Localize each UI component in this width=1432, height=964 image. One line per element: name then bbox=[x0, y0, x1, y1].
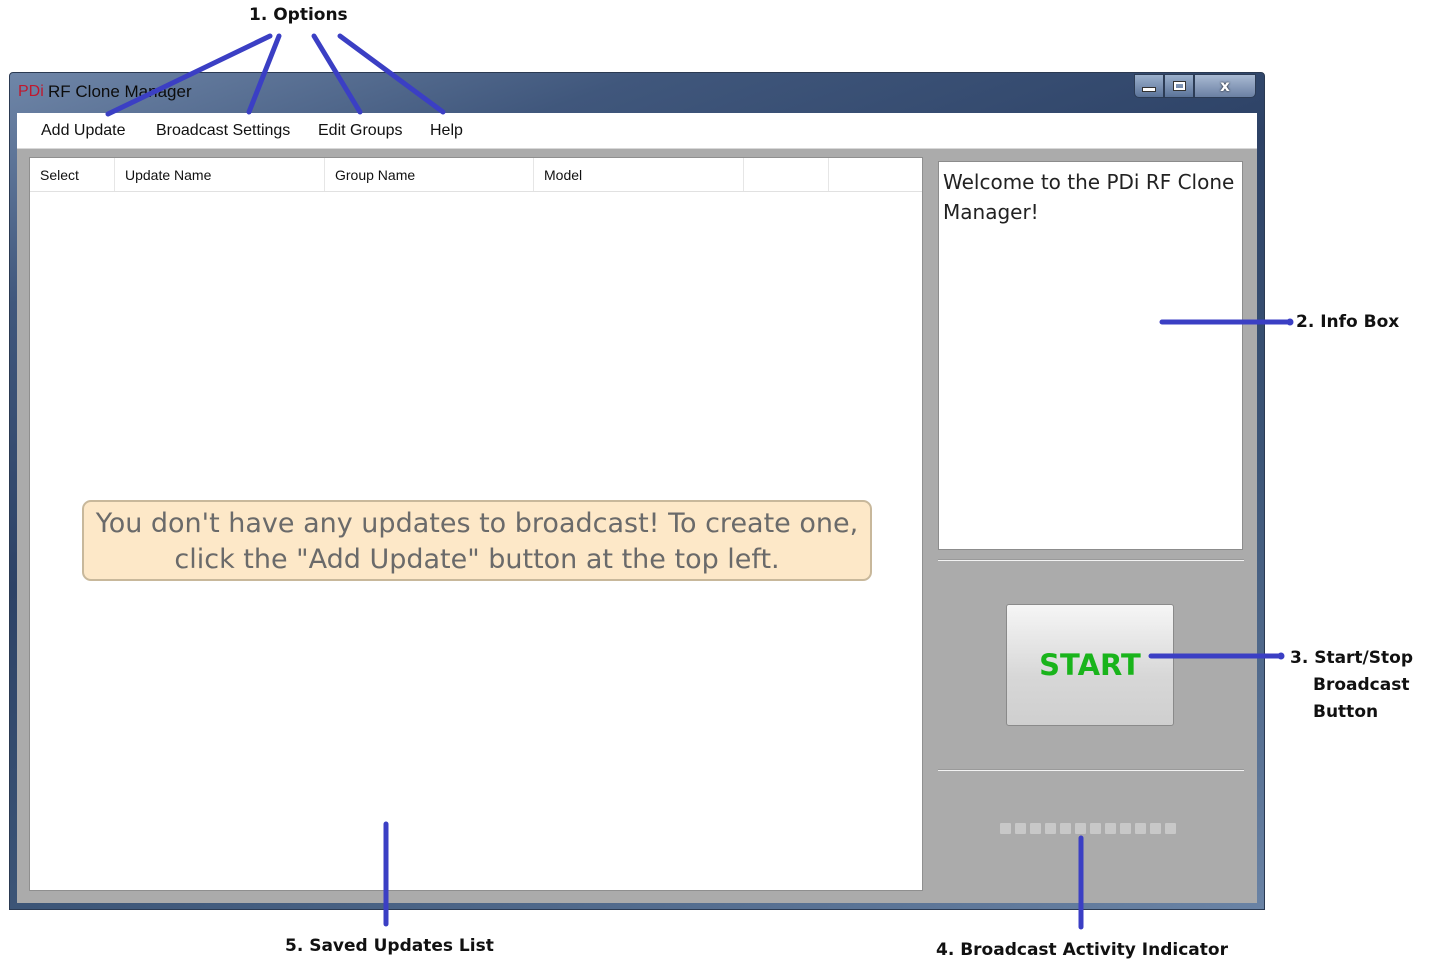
activity-led bbox=[1060, 823, 1071, 834]
annotation-options: 1. Options bbox=[249, 5, 348, 25]
separator-bottom bbox=[938, 769, 1244, 771]
empty-list-message: You don't have any updates to broadcast!… bbox=[82, 500, 872, 581]
activity-led bbox=[1030, 823, 1041, 834]
broadcast-activity-indicator bbox=[1000, 823, 1176, 834]
maximize-icon bbox=[1172, 81, 1186, 91]
separator-top bbox=[938, 559, 1244, 561]
menu-help[interactable]: Help bbox=[426, 120, 467, 142]
list-header: Select Update Name Group Name Model bbox=[30, 158, 922, 192]
column-select[interactable]: Select bbox=[30, 158, 115, 191]
maximize-button[interactable] bbox=[1164, 74, 1194, 98]
saved-updates-list[interactable]: Select Update Name Group Name Model You … bbox=[29, 157, 923, 891]
close-button[interactable]: x bbox=[1194, 74, 1256, 98]
activity-led bbox=[1105, 823, 1116, 834]
app-logo: PDi bbox=[18, 83, 44, 100]
activity-led bbox=[1075, 823, 1086, 834]
menu-add-update[interactable]: Add Update bbox=[37, 120, 130, 142]
activity-led bbox=[1135, 823, 1146, 834]
activity-led bbox=[1120, 823, 1131, 834]
menu-edit-groups[interactable]: Edit Groups bbox=[314, 120, 406, 142]
pointer-info-box-end bbox=[1286, 318, 1294, 326]
menu-bar: Add Update Broadcast Settings Edit Group… bbox=[17, 113, 1257, 149]
minimize-icon bbox=[1142, 86, 1156, 92]
annotation-saved-updates-list: 5. Saved Updates List bbox=[285, 936, 494, 956]
column-extra-1[interactable] bbox=[744, 158, 829, 191]
annotation-activity-indicator: 4. Broadcast Activity Indicator bbox=[936, 940, 1228, 960]
annotation-info-box: 2. Info Box bbox=[1296, 312, 1400, 332]
annotation-start-stop-line1: 3. Start/Stop bbox=[1290, 648, 1413, 668]
column-update-name[interactable]: Update Name bbox=[115, 158, 325, 191]
column-model[interactable]: Model bbox=[534, 158, 744, 191]
title-bar[interactable]: PDi RF Clone Manager x bbox=[10, 73, 1264, 113]
activity-led bbox=[1015, 823, 1026, 834]
minimize-button[interactable] bbox=[1134, 74, 1164, 98]
client-area: Add Update Broadcast Settings Edit Group… bbox=[17, 113, 1257, 903]
annotation-start-stop-line3: Button bbox=[1313, 702, 1379, 722]
activity-led bbox=[1165, 823, 1176, 834]
activity-led bbox=[1045, 823, 1056, 834]
app-window: PDi RF Clone Manager x Add Update Broadc… bbox=[9, 72, 1265, 910]
caption-buttons: x bbox=[1134, 74, 1256, 98]
window-title: RF Clone Manager bbox=[48, 82, 192, 101]
info-box: Welcome to the PDi RF Clone Manager! bbox=[938, 161, 1243, 550]
start-broadcast-button[interactable]: START bbox=[1006, 604, 1174, 726]
close-icon: x bbox=[1220, 77, 1230, 95]
activity-led bbox=[1090, 823, 1101, 834]
annotation-start-stop-line2: Broadcast bbox=[1313, 675, 1410, 695]
activity-led bbox=[1000, 823, 1011, 834]
annotation-start-stop: 3. Start/Stop Broadcast Button bbox=[1290, 645, 1413, 726]
column-extra-2[interactable] bbox=[829, 158, 923, 191]
menu-broadcast-settings[interactable]: Broadcast Settings bbox=[152, 120, 294, 142]
activity-led bbox=[1150, 823, 1161, 834]
pointer-start-button-end bbox=[1277, 652, 1285, 660]
column-group-name[interactable]: Group Name bbox=[325, 158, 534, 191]
